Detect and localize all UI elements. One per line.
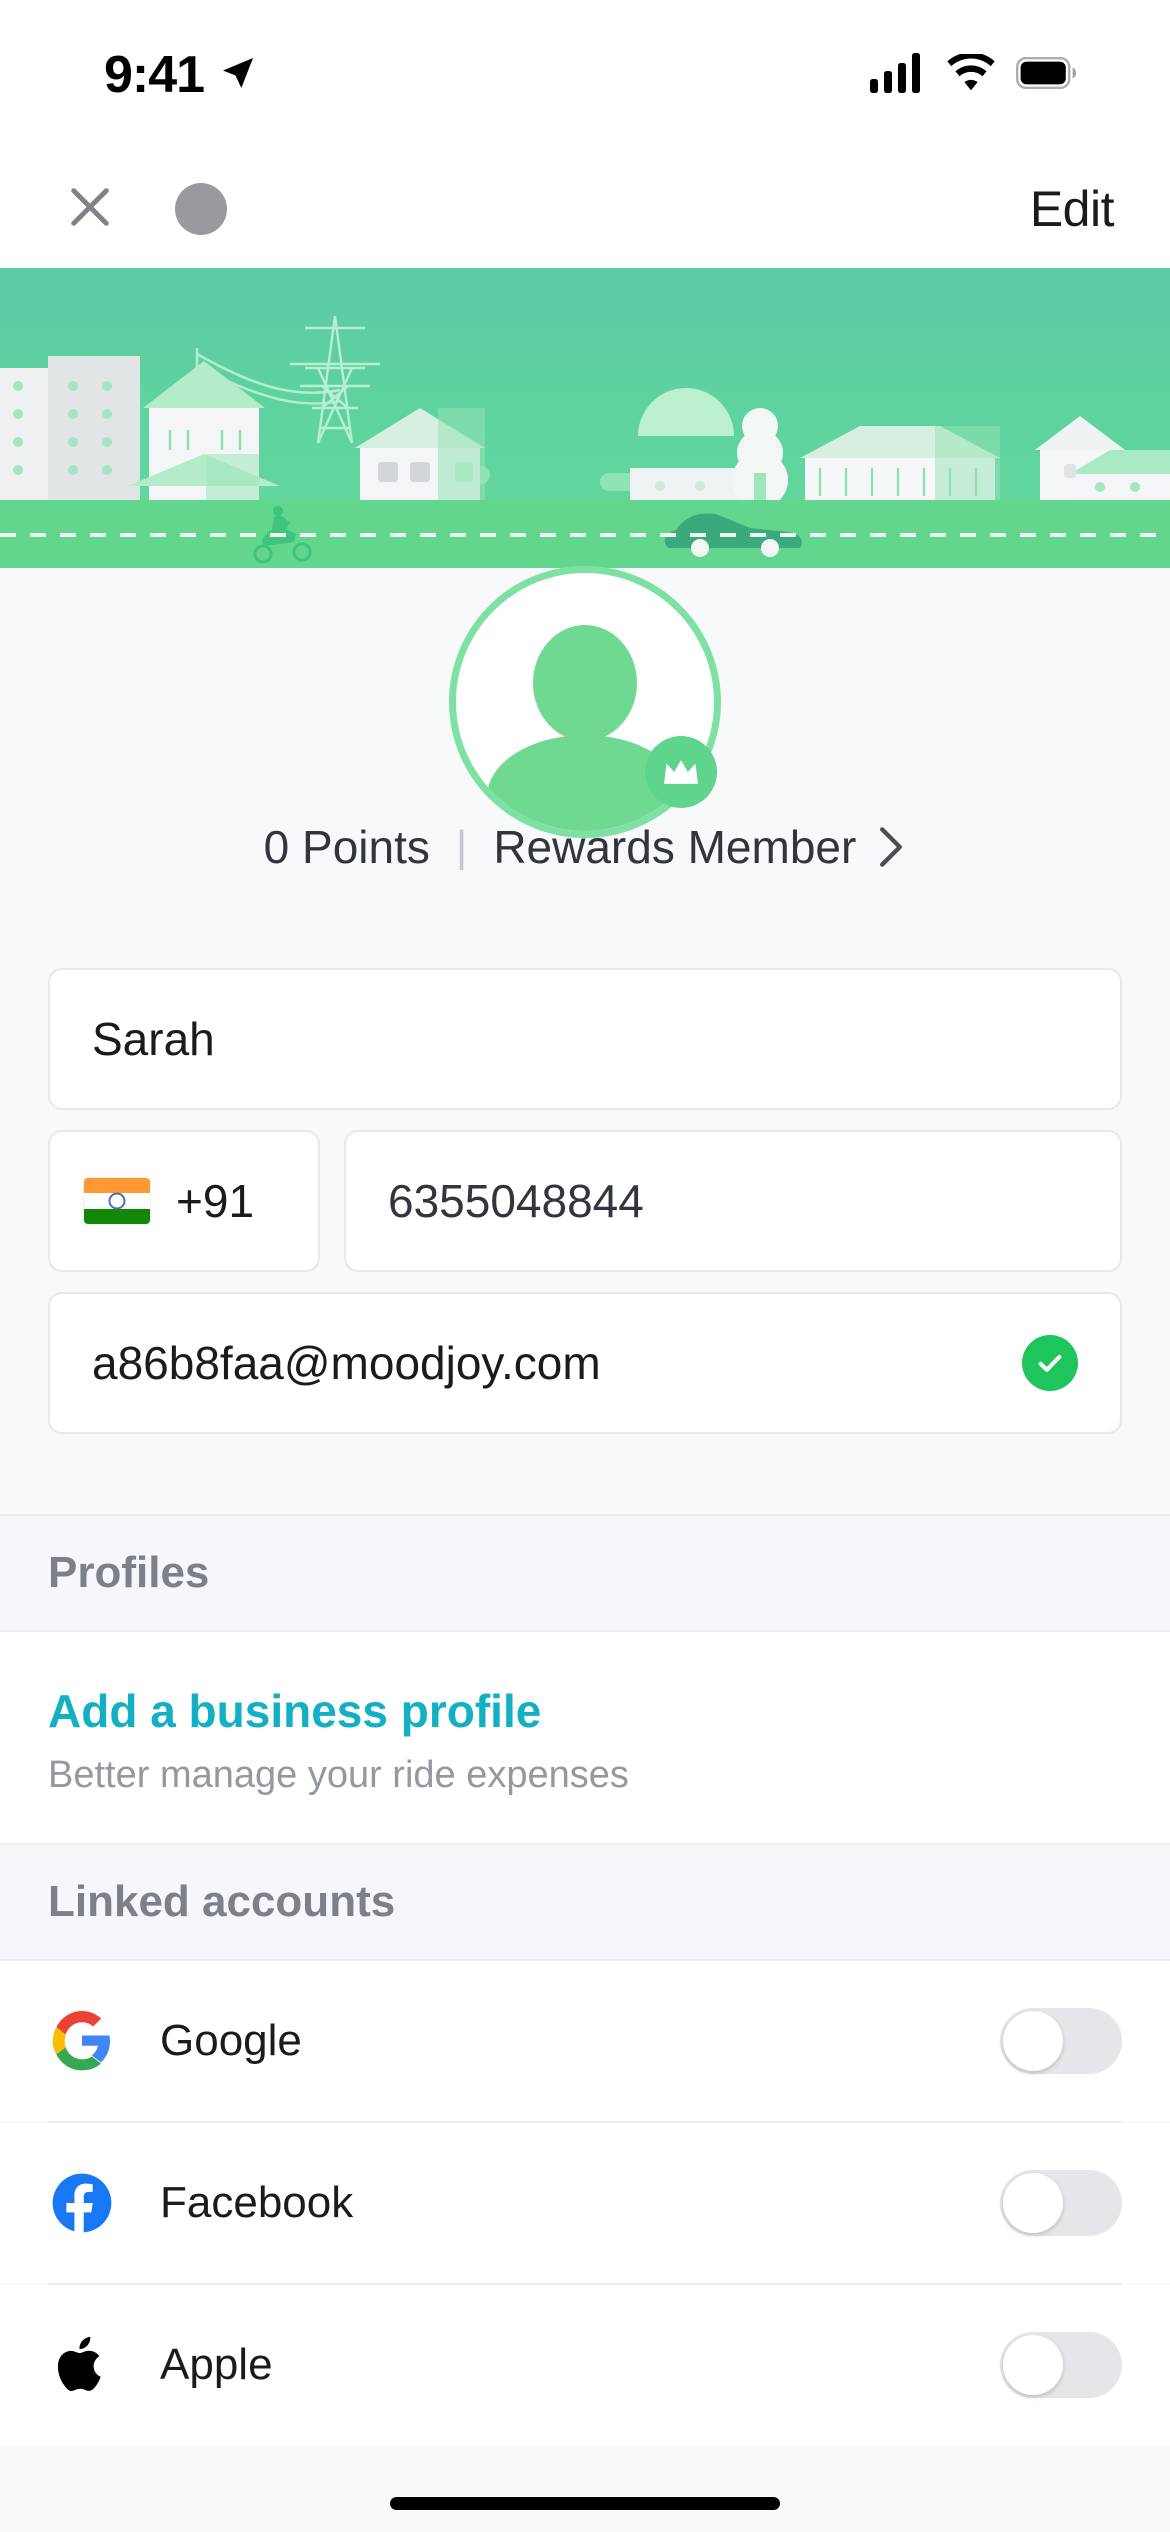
location-arrow-icon (218, 53, 258, 98)
rewards-summary[interactable]: 0 Points | Rewards Member (0, 820, 1170, 874)
crown-badge-icon (645, 736, 717, 808)
phone-row: +91 6355048844 (48, 1130, 1122, 1272)
add-business-profile-subtitle: Better manage your ride expenses (48, 1754, 629, 1796)
google-icon (48, 2007, 116, 2075)
road-center-line (0, 533, 1170, 537)
home-indicator (390, 2497, 780, 2510)
name-input[interactable]: Sarah (48, 968, 1122, 1110)
chevron-right-icon (876, 825, 906, 869)
city-skyline-illustration (0, 268, 1170, 500)
email-input[interactable]: a86b8faa@moodjoy.com (48, 1292, 1122, 1434)
points-value: 0 Points (263, 821, 430, 873)
avatar[interactable] (449, 566, 721, 838)
toggle-knob (1003, 2173, 1063, 2233)
profile-form: Sarah +91 6355048844 a86b8faa@moodjoy.co… (0, 968, 1170, 2445)
form-bottom-spacer (0, 1434, 1170, 1514)
linked-accounts-section-header: Linked accounts (0, 1843, 1170, 1961)
linked-account-row-facebook[interactable]: Facebook (0, 2123, 1170, 2283)
toggle-knob (1003, 2011, 1063, 2071)
status-bar-left: 9:41 (104, 45, 258, 105)
wifi-icon (946, 51, 996, 97)
linked-account-label: Google (160, 2016, 302, 2065)
cellular-signal-icon (870, 52, 926, 98)
facebook-icon (48, 2169, 116, 2237)
close-icon (62, 179, 118, 240)
page-dot-indicator (175, 183, 227, 235)
points-divider: | (455, 822, 468, 871)
status-bar-time: 9:41 (104, 46, 205, 104)
battery-full-icon (1016, 56, 1078, 94)
apple-icon (48, 2331, 116, 2399)
toggle-knob (1003, 2335, 1063, 2395)
profiles-section-header: Profiles (0, 1514, 1170, 1632)
navigation-bar: Edit (0, 150, 1170, 268)
linked-account-toggle-facebook[interactable] (1000, 2170, 1122, 2236)
country-code-selector[interactable]: +91 (48, 1130, 320, 1272)
skyline-shapes (0, 315, 1170, 500)
status-bar: 9:41 (0, 0, 1170, 150)
linked-account-toggle-apple[interactable] (1000, 2332, 1122, 2398)
country-code-value: +91 (176, 1175, 255, 1227)
verified-check-icon (1022, 1335, 1078, 1391)
add-business-profile-label: Add a business profile (48, 1685, 542, 1737)
rewards-tier-label: Rewards Member (493, 821, 857, 873)
linked-account-label: Facebook (160, 2178, 354, 2227)
india-flag-icon (84, 1178, 150, 1224)
road-band (0, 500, 1170, 568)
email-value: a86b8faa@moodjoy.com (92, 1337, 601, 1389)
close-button[interactable] (58, 177, 122, 241)
linked-account-row-apple[interactable]: Apple (0, 2285, 1170, 2445)
linked-account-label: Apple (160, 2340, 273, 2389)
edit-button[interactable]: Edit (1030, 180, 1115, 238)
linked-account-toggle-google[interactable] (1000, 2008, 1122, 2074)
linked-account-row-google[interactable]: Google (0, 1961, 1170, 2121)
profile-screen: 9:41 Edit 0 Points | Rewards Member Sara… (0, 0, 1170, 2532)
phone-input[interactable]: 6355048844 (344, 1130, 1122, 1272)
avatar-head (533, 625, 637, 741)
status-bar-right (870, 51, 1078, 98)
add-business-profile-button[interactable]: Add a business profile Better manage you… (0, 1632, 1170, 1843)
